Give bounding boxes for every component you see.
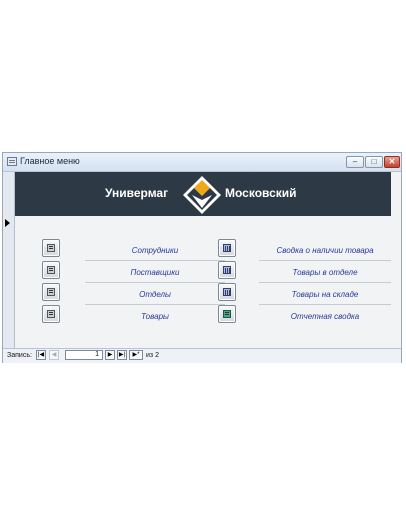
next-record-button[interactable]: ▶ [105,350,115,360]
form-icon [47,244,55,252]
menu-item-employees[interactable]: Сотрудники [95,246,215,255]
form-icon [47,266,55,274]
separator-line [259,260,391,261]
first-record-button[interactable]: |◀ [36,350,46,360]
form-body: Универмаг Московский Сотрудники Поставщи… [15,172,401,348]
book-icon [223,310,231,318]
separator-line [259,304,391,305]
report-icon [223,244,231,252]
form-window-icon [7,157,17,166]
total-records: 2 [155,352,159,359]
open-goods-in-department-button[interactable] [218,261,236,279]
menu-item-suppliers[interactable]: Поставщики [95,268,215,277]
records-label: Запись: [7,352,32,359]
of-label: из [146,352,154,359]
report-icon [223,288,231,296]
title-bar[interactable]: Главное меню – □ ✕ [3,153,401,172]
window-title: Главное меню [20,156,80,166]
separator-line [85,260,225,261]
logo-text-left: Универмаг [105,186,169,200]
open-goods-button[interactable] [42,305,60,323]
current-record-arrow-icon [5,219,10,227]
menu-item-goods-in-warehouse[interactable]: Товары на складе [255,290,395,299]
previous-record-button[interactable]: ◀ [49,350,59,360]
report-icon [223,266,231,274]
form-icon [47,310,55,318]
store-logo-icon [183,176,221,214]
records-total: из 2 [146,352,159,359]
menu-item-goods[interactable]: Товары [95,312,215,321]
main-menu-window: Главное меню – □ ✕ Универмаг Московский … [2,152,402,363]
minimize-button[interactable]: – [346,156,364,168]
menu-item-stock-summary[interactable]: Сводка о наличии товара [255,246,395,255]
open-report-summary-button[interactable] [218,305,236,323]
maximize-button[interactable]: □ [365,156,383,168]
close-button[interactable]: ✕ [384,156,400,168]
separator-line [259,282,391,283]
open-goods-in-warehouse-button[interactable] [218,283,236,301]
form-icon [47,288,55,296]
menu-item-goods-in-department[interactable]: Товары в отделе [255,268,395,277]
logo-text-right: Московский [225,186,297,200]
last-record-button[interactable]: ▶| [117,350,127,360]
record-selector[interactable] [3,172,15,348]
new-record-button[interactable]: ▶* [129,350,143,360]
open-departments-button[interactable] [42,283,60,301]
open-stock-summary-button[interactable] [218,239,236,257]
menu-item-departments[interactable]: Отделы [95,290,215,299]
menu-item-report-summary[interactable]: Отчетная сводка [255,312,395,321]
open-suppliers-button[interactable] [42,261,60,279]
open-employees-button[interactable] [42,239,60,257]
separator-line [85,304,225,305]
current-record-field[interactable]: 1 [65,350,103,360]
separator-line [85,282,225,283]
record-navigation-bar: Запись: |◀ ◀ 1 ▶ ▶| ▶* из 2 [3,348,401,363]
form-header: Универмаг Московский [15,172,391,216]
